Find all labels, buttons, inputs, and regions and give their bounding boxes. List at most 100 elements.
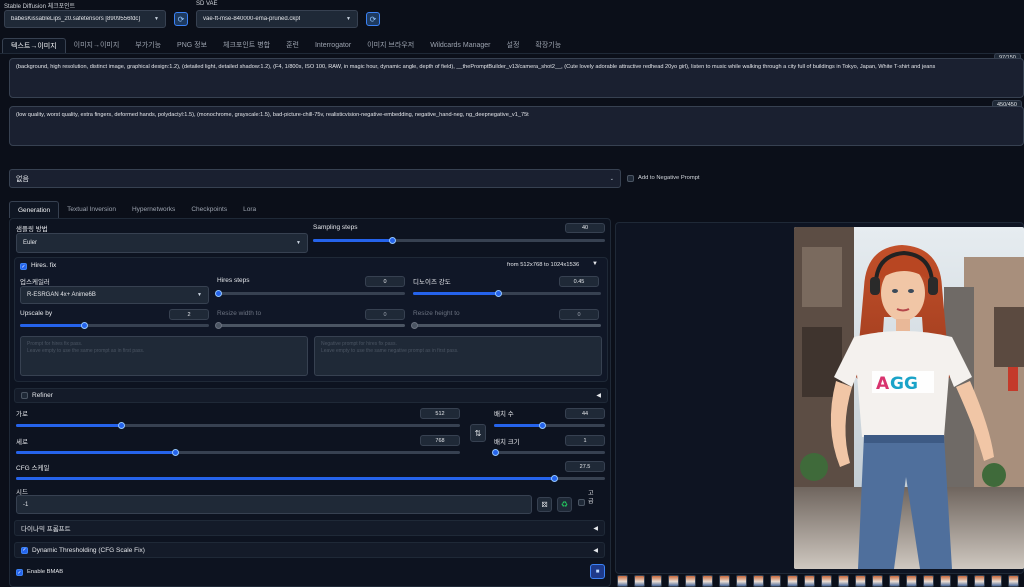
hires-negative-prompt-input[interactable]: Negative prompt for hires fix pass. Leav…: [314, 336, 602, 376]
upscale-by-input[interactable]: 2: [169, 309, 209, 320]
bmab-action-button[interactable]: ■: [590, 564, 605, 579]
prompt-textarea[interactable]: (background, high resolution, distinct i…: [9, 58, 1024, 98]
dynamic-thresholding-label: Dynamic Thresholding (CFG Scale Fix): [32, 546, 145, 554]
thumbnail[interactable]: [634, 575, 645, 587]
vae-dropdown[interactable]: vae-ft-mse-840000-ema-pruned.ckpt ▼: [196, 10, 358, 28]
tab-checkpoints[interactable]: Checkpoints: [183, 201, 235, 218]
resize-height-label: Resize height to: [413, 310, 460, 317]
tab-settings[interactable]: 설정: [499, 38, 528, 53]
tab-img2img[interactable]: 이미지→이미지: [66, 38, 128, 53]
negative-prompt-textarea[interactable]: (low quality, worst quality, extra finge…: [9, 106, 1024, 146]
thumbnail[interactable]: [838, 575, 849, 587]
dynamic-thresholding-checkbox[interactable]: ✓: [21, 546, 28, 554]
square-icon: ■: [595, 568, 600, 575]
batch-count-input[interactable]: 44: [565, 408, 605, 419]
refresh-checkpoint-button[interactable]: ⟳: [174, 12, 188, 26]
main-tabs: 텍스트→이미지 이미지→이미지 부가기능 PNG 정보 체크포인트 병합 훈련 …: [2, 38, 569, 53]
height-slider[interactable]: [16, 449, 460, 456]
thumbnail[interactable]: [651, 575, 662, 587]
steps-input[interactable]: 40: [565, 223, 605, 233]
upscaler-dropdown[interactable]: R-ESRGAN 4x+ Anime6B ▼: [20, 286, 209, 304]
extra-seed-checkbox[interactable]: [578, 499, 585, 506]
tab-train[interactable]: 훈련: [278, 38, 307, 53]
tab-extensions[interactable]: 확장기능: [527, 38, 569, 53]
hires-prompt-input[interactable]: Prompt for hires fix pass. Leave empty t…: [20, 336, 308, 376]
tab-extras[interactable]: 부가기능: [127, 38, 169, 53]
enable-bmab-label: Enable BMAB: [27, 569, 64, 575]
height-input[interactable]: 768: [420, 435, 460, 446]
denoise-slider[interactable]: [413, 290, 601, 297]
enable-bmab-checkbox[interactable]: ✓: [16, 569, 23, 576]
batch-count-slider[interactable]: [494, 422, 605, 429]
styles-dropdown[interactable]: 없음 ⌄: [9, 169, 621, 188]
thumbnail[interactable]: [787, 575, 798, 587]
thumbnail[interactable]: [855, 575, 866, 587]
tab-txt2img[interactable]: 텍스트→이미지: [2, 38, 66, 53]
thumbnail[interactable]: [889, 575, 900, 587]
reuse-seed-button[interactable]: ♻: [557, 497, 572, 512]
hires-fix-checkbox[interactable]: ✓: [20, 263, 27, 270]
sampler-label: 샘플링 방법: [16, 226, 48, 233]
thumbnail[interactable]: [1008, 575, 1019, 587]
tab-image-browser[interactable]: 이미지 브라우저: [359, 38, 422, 53]
tab-lora[interactable]: Lora: [235, 201, 264, 218]
checkpoint-dropdown[interactable]: babesKissableLips_20.safetensors [890955…: [4, 10, 166, 28]
collapse-triangle-icon[interactable]: ▼: [592, 261, 598, 267]
thumbnail[interactable]: [923, 575, 934, 587]
thumbnail[interactable]: [702, 575, 713, 587]
tab-wildcards-manager[interactable]: Wildcards Manager: [422, 38, 498, 53]
thumbnail[interactable]: [719, 575, 730, 587]
tab-textual-inversion[interactable]: Textual Inversion: [59, 201, 124, 218]
cfg-scale-slider[interactable]: [16, 475, 605, 482]
resize-width-slider[interactable]: [215, 322, 405, 329]
thumbnail[interactable]: [821, 575, 832, 587]
resize-width-input[interactable]: 0: [365, 309, 405, 320]
thumbnail[interactable]: [991, 575, 1002, 587]
hires-prompt-placeholder-1: Prompt for hires fix pass.: [27, 341, 83, 347]
checkpoint-label: Stable Diffusion 체크포인트: [4, 4, 76, 10]
batch-size-input[interactable]: 1: [565, 435, 605, 446]
tab-interrogator[interactable]: Interrogator: [307, 38, 359, 53]
upscale-by-slider[interactable]: [20, 322, 209, 329]
thumbnail[interactable]: [770, 575, 781, 587]
random-seed-button[interactable]: ⚄: [537, 497, 552, 512]
width-input[interactable]: 512: [420, 408, 460, 419]
batch-size-slider[interactable]: [492, 449, 605, 456]
thumbnail[interactable]: [617, 575, 628, 587]
cfg-scale-input[interactable]: 27.5: [565, 461, 605, 472]
thumbnail[interactable]: [940, 575, 951, 587]
thumbnail[interactable]: [736, 575, 747, 587]
add-negative-label: Add to Negative Prompt: [638, 175, 700, 181]
add-negative-checkbox[interactable]: [627, 175, 634, 182]
thumbnail[interactable]: [668, 575, 679, 587]
resize-height-slider[interactable]: [411, 322, 601, 329]
thumbnail[interactable]: [974, 575, 985, 587]
sampler-dropdown[interactable]: Euler ▼: [16, 233, 308, 253]
steps-label: Sampling steps: [313, 224, 358, 231]
chevron-down-icon: ▼: [197, 292, 202, 298]
refresh-vae-button[interactable]: ⟳: [366, 12, 380, 26]
tab-generation[interactable]: Generation: [9, 201, 60, 218]
tab-checkpoint-merger[interactable]: 체크포인트 병합: [215, 38, 278, 53]
dynamic-prompts-section[interactable]: 다이나믹 프롬프트 ◀: [14, 520, 605, 536]
refiner-checkbox[interactable]: [21, 392, 28, 399]
dynamic-thresholding-section[interactable]: ✓ Dynamic Thresholding (CFG Scale Fix) ◀: [14, 542, 605, 558]
thumbnail[interactable]: [753, 575, 764, 587]
thumbnail[interactable]: [804, 575, 815, 587]
generated-image[interactable]: A GG: [794, 227, 1024, 569]
thumbnail[interactable]: [685, 575, 696, 587]
tab-hypernetworks[interactable]: Hypernetworks: [124, 201, 183, 218]
swap-dimensions-button[interactable]: ⇅: [470, 424, 486, 442]
width-slider[interactable]: [16, 422, 460, 429]
hires-steps-slider[interactable]: [215, 290, 405, 297]
denoise-input[interactable]: 0.45: [559, 276, 599, 287]
tab-png-info[interactable]: PNG 정보: [169, 38, 215, 53]
steps-slider[interactable]: [313, 237, 605, 244]
refiner-section[interactable]: Refiner ◀: [14, 388, 608, 403]
thumbnail[interactable]: [872, 575, 883, 587]
seed-input[interactable]: -1: [16, 495, 532, 514]
thumbnail[interactable]: [957, 575, 968, 587]
resize-height-input[interactable]: 0: [559, 309, 599, 320]
hires-steps-input[interactable]: 0: [365, 276, 405, 287]
thumbnail[interactable]: [906, 575, 917, 587]
